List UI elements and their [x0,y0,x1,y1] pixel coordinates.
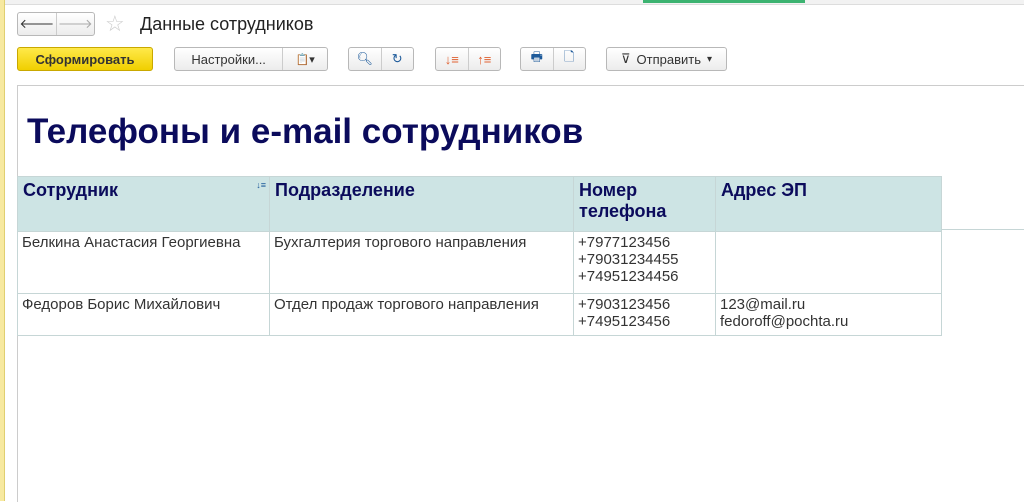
table-header-row: Сотрудник ↓≡ Подразделение Номер телефона… [17,176,942,232]
column-header-department[interactable]: Подразделение [269,176,574,232]
department-cell[interactable]: Отдел продаж торгового направления [269,293,574,336]
print-button[interactable]: 🖶 [521,48,553,70]
sort-ascending-button[interactable]: ↑≡ [467,48,501,70]
chevron-down-icon: ▾ [706,53,712,65]
phone-cell[interactable]: +7903123456 +7495123456 [573,293,716,336]
table-row: Белкина Анастасия Георгиевна Бухгалтерия… [17,231,942,294]
print-preview-button[interactable]: 🗋 [552,48,586,70]
column-header-employee[interactable]: Сотрудник ↓≡ [17,176,270,232]
department-cell[interactable]: Бухгалтерия торгового направления [269,231,574,294]
find-button[interactable]: 🔍︎ [349,48,381,70]
back-button[interactable]: 🡐 [18,13,56,35]
arrow-right-icon: 🡒 [57,16,93,31]
left-panel-edge [0,0,5,501]
send-label: Отправить [636,51,701,67]
sort-descending-button[interactable]: ↓≡ [436,48,468,70]
favorite-star-icon[interactable]: ☆ [105,11,125,37]
tab-strip [0,0,1024,5]
printer-icon: 🖶 [530,49,543,64]
email-cell[interactable] [715,231,942,294]
window-title: Данные сотрудников [140,14,314,34]
search-icon: 🔍︎ [356,51,373,66]
employee-cell[interactable]: Федоров Борис Михайлович [17,293,270,336]
sort-up-icon: ↑≡ [477,51,492,67]
email-cell[interactable]: 123@mail.ru fedoroff@pochta.ru [715,293,942,336]
preview-icon: 🗋 [564,49,575,64]
sort-down-icon: ↓≡ [444,51,459,67]
send-button[interactable]: ⊽ Отправить ▾ [606,47,727,71]
search-repeat-icon: ↻ [391,51,403,66]
column-header-email[interactable]: Адрес ЭП [715,176,942,232]
report-table: Сотрудник ↓≡ Подразделение Номер телефона… [17,176,942,336]
phone-cell[interactable]: +7977123456 +79031234455 +74951234456 [573,231,716,294]
employee-cell[interactable]: Белкина Анастасия Георгиевна [17,231,270,294]
active-tab-indicator [643,0,805,3]
arrow-left-icon: 🡐 [19,16,55,31]
nav-buttons: 🡐 🡒 [17,12,95,36]
clipboard-icon: 📋 [295,53,310,66]
send-icon: ⊽ [620,51,631,66]
generate-button[interactable]: Сформировать [17,47,153,71]
column-header-phone[interactable]: Номер телефона [573,176,716,232]
forward-button[interactable]: 🡒 [55,13,95,35]
table-row: Федоров Борис Михайлович Отдел продаж то… [17,293,942,336]
variant-dropdown-button[interactable]: 📋 ▾ [282,48,327,70]
settings-group: Настройки... 📋 ▾ [174,47,328,71]
report-title: Телефоны и e-mail сотрудников [27,112,584,151]
find-next-button[interactable]: ↻ [380,48,414,70]
divider [940,229,1024,230]
settings-button[interactable]: Настройки... [175,52,282,67]
sort-indicator-icon: ↓≡ [256,180,266,190]
